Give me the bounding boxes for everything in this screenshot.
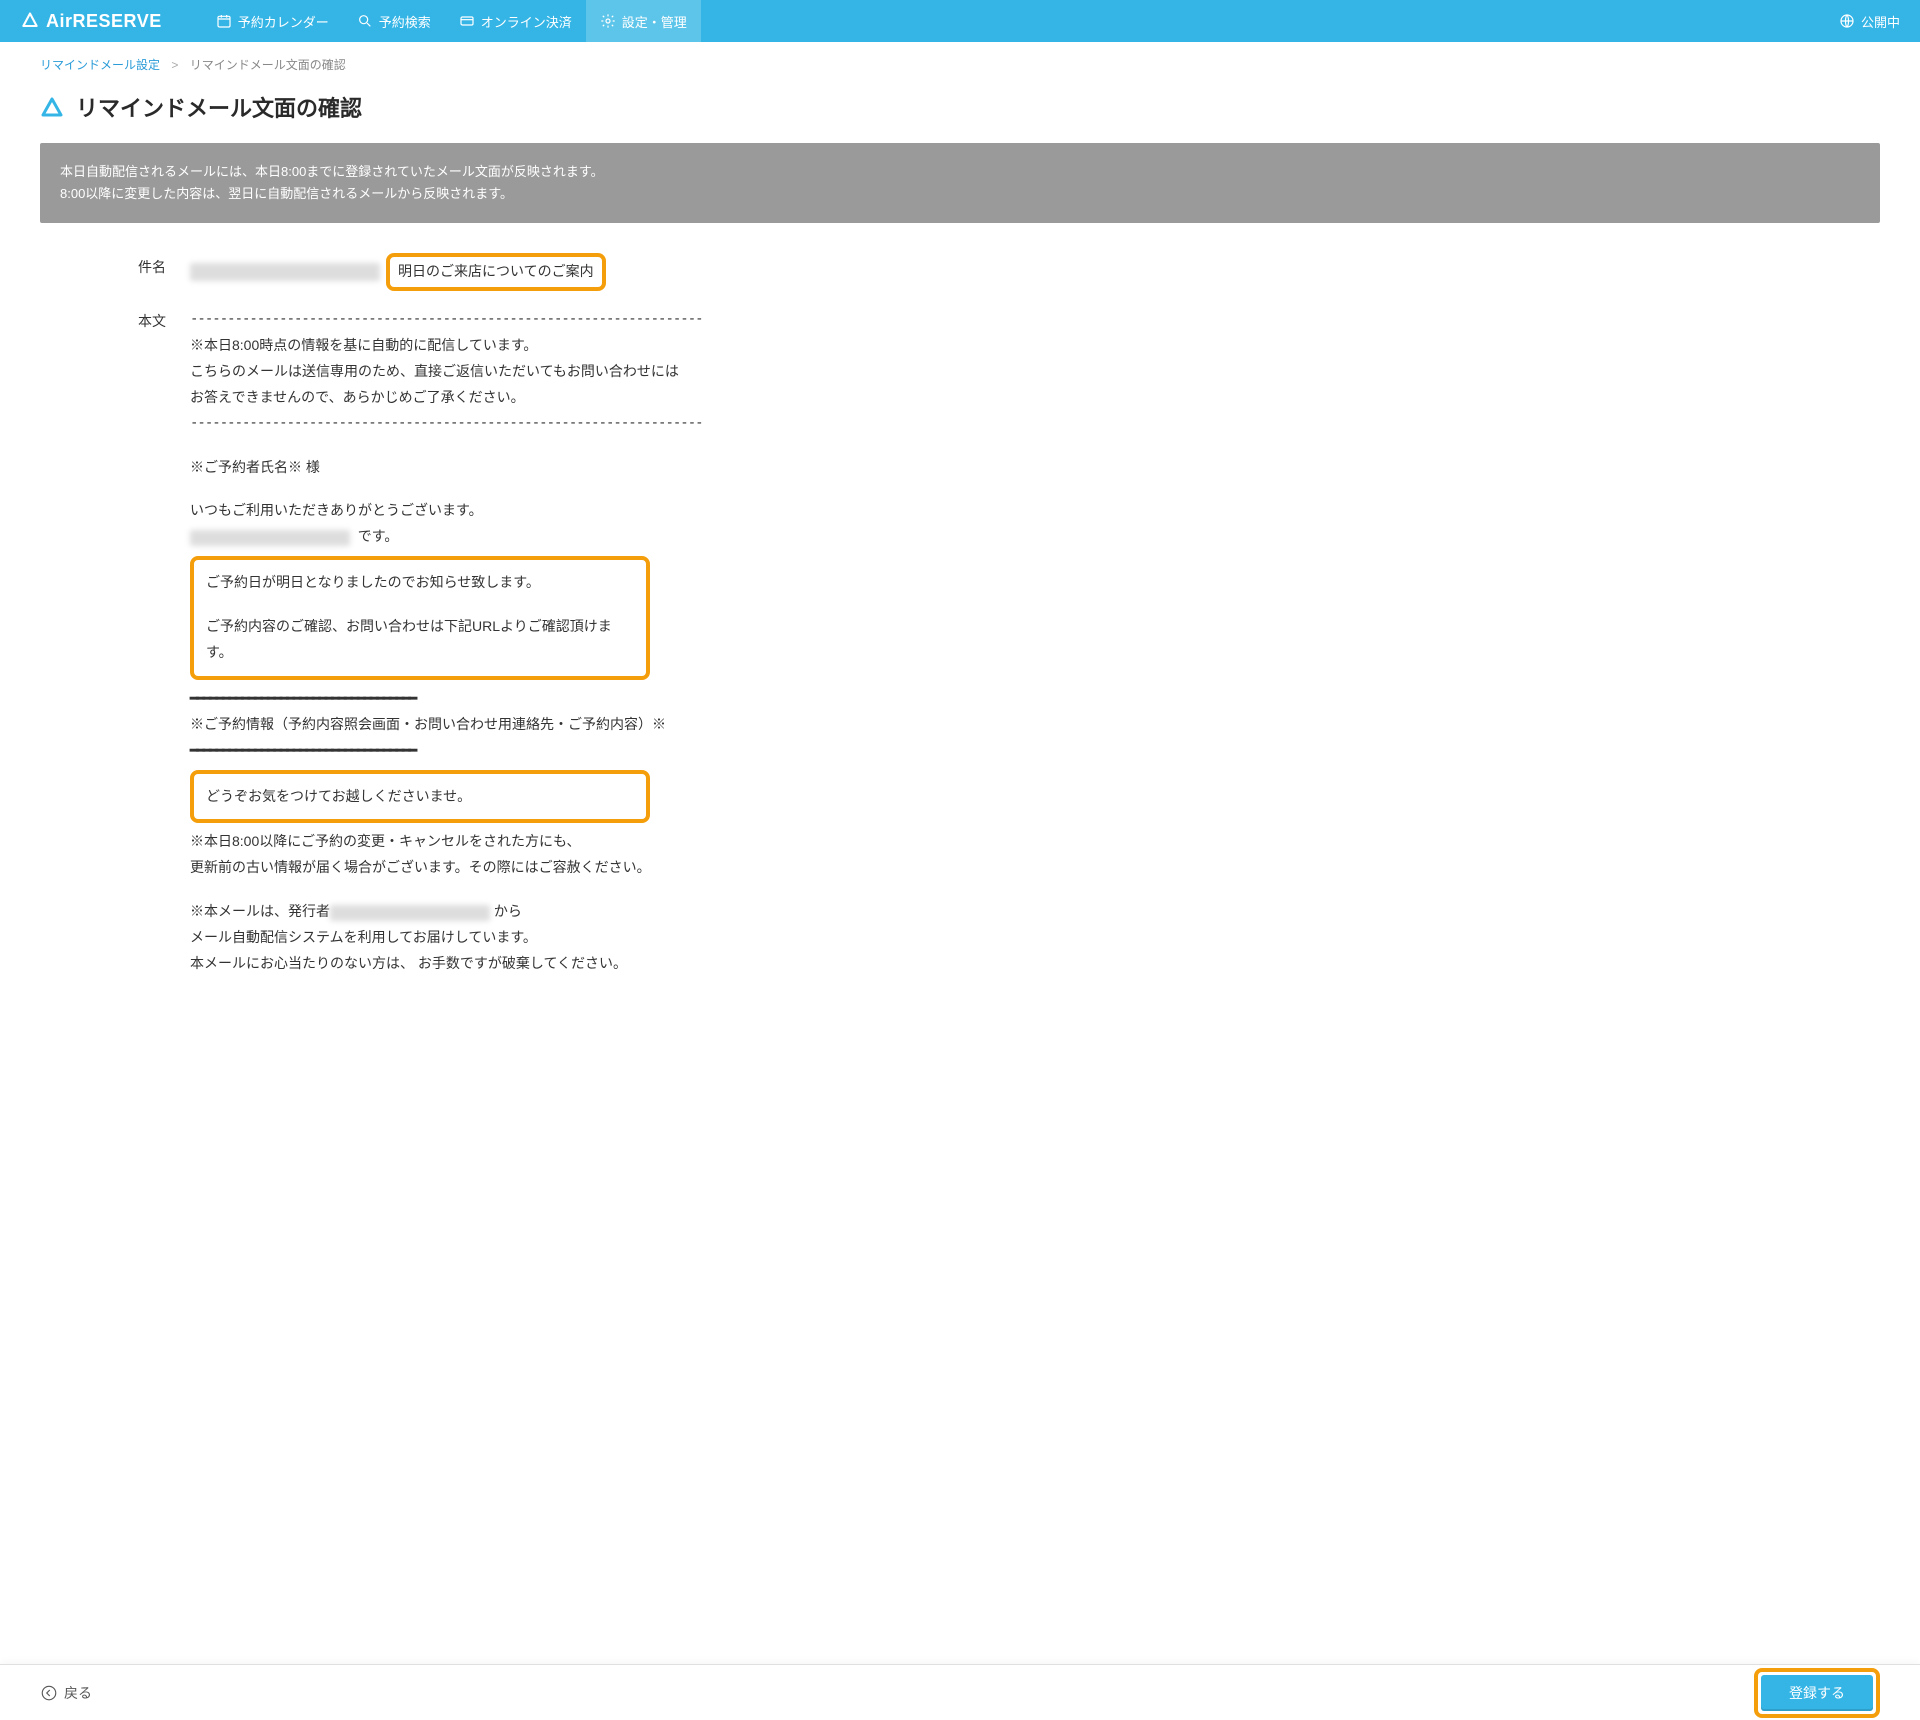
nav-calendar[interactable]: 予約カレンダー xyxy=(202,0,343,42)
logo-text: AirRESERVE xyxy=(46,11,162,32)
body-highlight-1: ご予約日が明日となりましたのでお知らせ致します。 ご予約内容のご確認、お問い合わ… xyxy=(190,556,650,680)
redacted-text xyxy=(330,905,490,921)
page-title-row: リマインドメール文面の確認 xyxy=(0,73,1920,143)
body-highlight-2: どうぞお気をつけてお越しくださいませ。 xyxy=(190,770,650,824)
breadcrumb: リマインドメール設定 > リマインドメール文面の確認 xyxy=(0,42,1920,73)
body-row: 本文 -------------------------------------… xyxy=(40,307,1880,977)
gear-icon xyxy=(600,13,616,29)
body-line: ご予約内容のご確認、お問い合わせは下記URLよりご確認頂けます。 xyxy=(206,614,634,666)
body-line: ※本日8:00以降にご予約の変更・キャンセルをされた方にも、 xyxy=(190,829,750,855)
globe-icon xyxy=(1839,13,1855,29)
heavy-divider: ━━━━━━━━━━━━━━━━━━━━━━━━━━━━━━━━━━━ xyxy=(190,738,750,764)
global-header: AirRESERVE 予約カレンダー 予約検索 オンライン決済 設定・管理 xyxy=(0,0,1920,42)
dash-divider: ----------------------------------------… xyxy=(190,411,750,437)
chevron-left-icon xyxy=(40,1684,58,1702)
body-line: どうぞお気をつけてお越しくださいませ。 xyxy=(206,784,634,810)
body-line: ※本メールは、発行者 から xyxy=(190,899,750,925)
subject-value: 明日のご来店についてのご案内 xyxy=(190,253,1880,291)
calendar-icon xyxy=(216,13,232,29)
back-button[interactable]: 戻る xyxy=(40,1683,92,1703)
nav-label: 設定・管理 xyxy=(622,12,687,31)
body-line: ※ご予約者氏名※ 様 xyxy=(190,455,750,481)
status-label: 公開中 xyxy=(1861,12,1900,31)
main-nav: 予約カレンダー 予約検索 オンライン決済 設定・管理 xyxy=(202,0,701,42)
logo[interactable]: AirRESERVE xyxy=(20,11,162,32)
heavy-divider: ━━━━━━━━━━━━━━━━━━━━━━━━━━━━━━━━━━━ xyxy=(190,686,750,712)
body-line: ※ご予約情報（予約内容照会画面・お問い合わせ用連絡先・ご予約内容）※ xyxy=(190,712,750,738)
nav-payment[interactable]: オンライン決済 xyxy=(445,0,586,42)
body-line: 本メールにお心当たりのない方は、 お手数ですが破棄してください。 xyxy=(190,951,750,977)
breadcrumb-parent[interactable]: リマインドメール設定 xyxy=(40,58,160,72)
body-line: お答えできませんので、あらかじめご了承ください。 xyxy=(190,385,750,411)
nav-label: オンライン決済 xyxy=(481,12,572,31)
logo-icon xyxy=(20,11,40,31)
redacted-text xyxy=(190,530,350,546)
body-line: メール自動配信システムを利用してお届けしています。 xyxy=(190,925,750,951)
body-line: こちらのメールは送信専用のため、直接ご返信いただいてもお問い合わせには xyxy=(190,359,750,385)
nav-settings[interactable]: 設定・管理 xyxy=(586,0,701,42)
subject-label: 件名 xyxy=(40,253,190,277)
publish-status[interactable]: 公開中 xyxy=(1839,12,1900,31)
body-label: 本文 xyxy=(40,307,190,331)
body-line: ご予約日が明日となりましたのでお知らせ致します。 xyxy=(206,570,634,596)
body-line: です。 xyxy=(190,524,750,550)
breadcrumb-current: リマインドメール文面の確認 xyxy=(190,58,346,72)
nav-search[interactable]: 予約検索 xyxy=(343,0,445,42)
back-label: 戻る xyxy=(64,1683,92,1703)
nav-label: 予約カレンダー xyxy=(238,12,329,31)
redacted-text xyxy=(190,263,380,281)
subject-highlight: 明日のご来店についてのご案内 xyxy=(386,253,606,291)
submit-button[interactable]: 登録する xyxy=(1761,1675,1873,1711)
footer-bar: 戻る 登録する xyxy=(0,1664,1920,1720)
body-line: ※本日8:00時点の情報を基に自動的に配信しています。 xyxy=(190,333,750,359)
nav-label: 予約検索 xyxy=(379,12,431,31)
card-icon xyxy=(459,13,475,29)
submit-highlight: 登録する xyxy=(1754,1668,1880,1718)
search-icon xyxy=(357,13,373,29)
subject-row: 件名 明日のご来店についてのご案内 xyxy=(40,253,1880,291)
content-area: 件名 明日のご来店についてのご案内 本文 -------------------… xyxy=(0,253,1920,1113)
triangle-icon xyxy=(40,95,64,119)
dash-divider: ----------------------------------------… xyxy=(190,307,750,333)
body-value: ----------------------------------------… xyxy=(190,307,750,977)
notice-box: 本日自動配信されるメールには、本日8:00までに登録されていたメール文面が反映さ… xyxy=(40,143,1880,223)
breadcrumb-separator: > xyxy=(171,58,178,72)
notice-line: 8:00以降に変更した内容は、翌日に自動配信されるメールから反映されます。 xyxy=(60,183,1860,205)
page-title: リマインドメール文面の確認 xyxy=(76,91,362,123)
notice-line: 本日自動配信されるメールには、本日8:00までに登録されていたメール文面が反映さ… xyxy=(60,161,1860,183)
body-line: いつもご利用いただきありがとうございます。 xyxy=(190,498,750,524)
body-line: 更新前の古い情報が届く場合がございます。その際にはご容赦ください。 xyxy=(190,855,750,881)
